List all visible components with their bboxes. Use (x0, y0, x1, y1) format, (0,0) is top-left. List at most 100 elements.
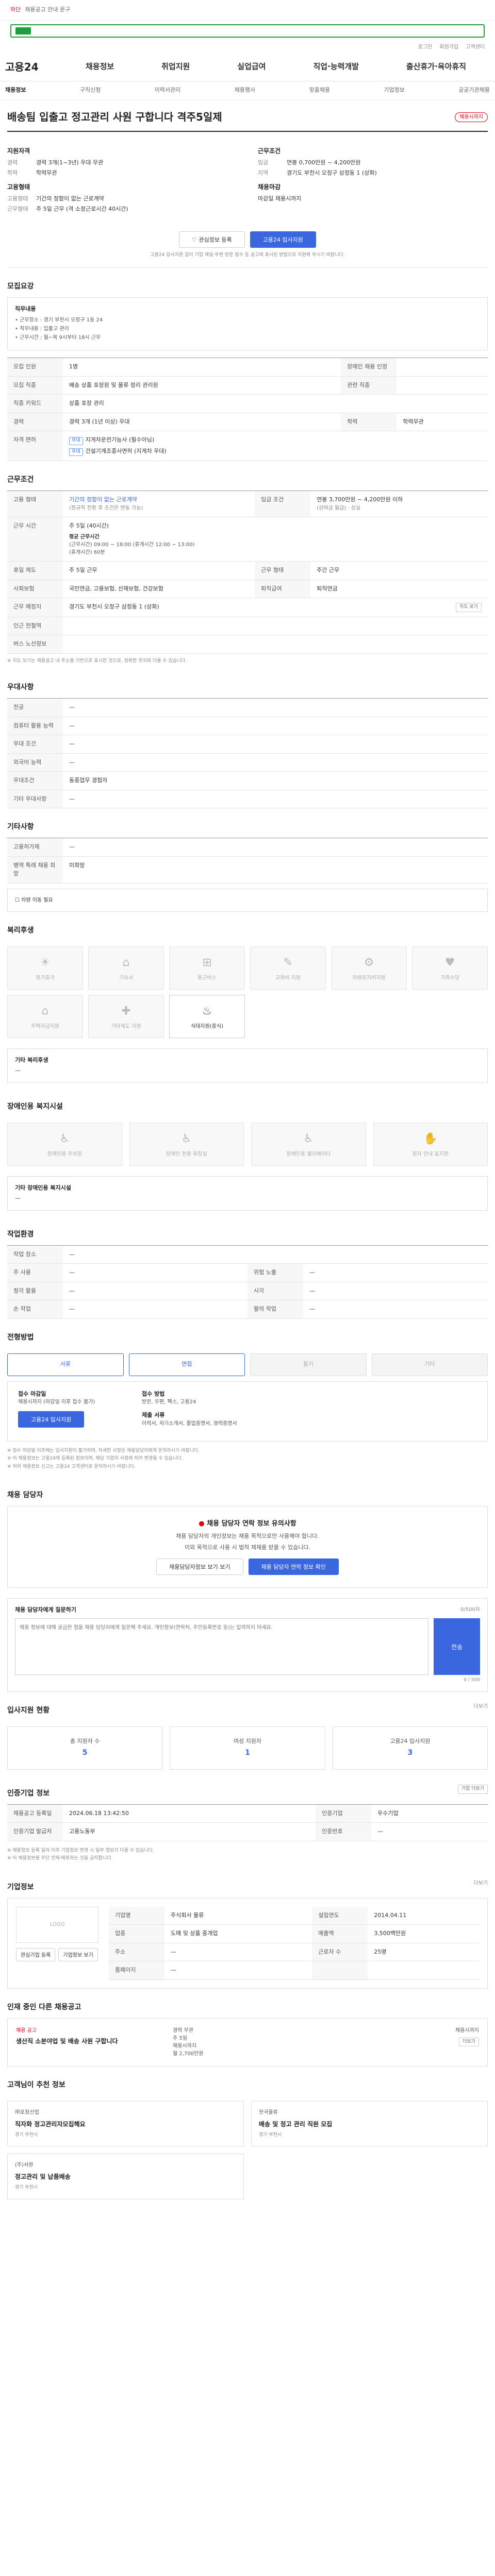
qna-send-button[interactable]: 전송 (434, 1618, 480, 1675)
interest-button[interactable]: ♡ 관심정보 등록 (179, 231, 245, 248)
contact-box: ● 채용 담당자 연락 정보 유의사항 채용 담당자의 개인정보는 채용 목적으… (7, 1506, 488, 1588)
disabled-label: 장애인용 주차장 (47, 1151, 82, 1157)
other-more-button[interactable]: 더보기 (459, 2037, 479, 2046)
cell-header: 관련 직종 (341, 376, 397, 395)
duty-item: • 근무장소 : 경기 부천시 오정구 1동 24 (15, 317, 103, 323)
cell-value: 주 5일 (40시간) 평균 근무시간 (근무시간) 09:00 ~ 18:00… (63, 517, 488, 562)
subnav-item-jobs[interactable]: 채용정보 (5, 86, 26, 95)
company-more-link[interactable]: 더보기 (473, 1879, 488, 1887)
table-row: 경력 경력 3개 (1년 이상) 우대 학력 학력무관 (7, 413, 488, 431)
checkbox-icon: ☐ (15, 897, 22, 903)
table-row: 우대조건 동종업무 경험자 (7, 771, 488, 790)
subnav-item-resume[interactable]: 이력서관리 (155, 86, 181, 95)
rec-title: 정고관리 및 납품배송 (15, 2173, 71, 2180)
stat-label: 여성 지원자 (233, 1737, 262, 1744)
map-button[interactable]: 지도 보기 (456, 603, 482, 612)
disabled-label: 장애인 전용 화장실 (166, 1151, 207, 1157)
contact-check-button[interactable]: 채용 담당자 연락 정보 확인 (248, 1558, 339, 1575)
rec-company: (주)서원 (15, 2162, 34, 2168)
gnb-item-jobs[interactable]: 채용정보 (86, 61, 114, 73)
cell-value: — (63, 1282, 248, 1300)
recommend-item[interactable]: 한국물류 배송 및 정고 관리 직원 모집 경기 부천시 (251, 2100, 488, 2146)
subnav-item-custom[interactable]: 맞춤채용 (309, 86, 330, 95)
cell-header: 근무 예정지 (7, 598, 63, 617)
cond-key: 지역 (258, 169, 269, 176)
cell-header: 전공 (7, 698, 63, 717)
welfare-label: 주택자금지원 (30, 1023, 60, 1029)
welfare-item: ⌂ 주택자금지원 (7, 994, 83, 1038)
table-row: 인근 전철역 (7, 617, 488, 635)
login-link[interactable]: 로그인 (418, 43, 433, 51)
qual-value: 경력 3개(1~3년) 우대 무관 (36, 159, 104, 166)
vacation-icon: ☀ (40, 956, 51, 969)
search-input[interactable] (35, 27, 480, 35)
recommend-item[interactable]: (주)서원 정고관리 및 납품배송 경기 부천시 (7, 2154, 244, 2199)
help-link[interactable]: 고객센터 (466, 43, 485, 51)
cell-header: 기업명 (109, 1906, 164, 1925)
interest-label: 관심정보 등록 (199, 236, 232, 243)
gnb-item-training[interactable]: 직업·능력개발 (313, 61, 359, 73)
env-table: 작업 장소 — 주 사용 — 위험 노출 — 청각 활용 — 시각 — 손 작업 — 팔의 작업 — (7, 1245, 488, 1319)
stat-number: 5 (82, 1749, 88, 1757)
welfare-item: ⌂ 기숙사 (88, 946, 164, 990)
cell-header: 학력 (341, 413, 397, 431)
company-buttons: 관심기업 등록 기업정보 보기 (16, 1947, 98, 1961)
apply-method-label: 접수 방법 (142, 1390, 165, 1397)
stat-number: 3 (407, 1749, 413, 1757)
apply-button[interactable]: 고용24 입사지원 (250, 231, 316, 248)
company-view-button[interactable]: 기업정보 보기 (58, 1947, 98, 1961)
salary-note: (상여금 월급) · 성실 (317, 505, 361, 511)
cell-header: 홈페이지 (109, 1961, 164, 1980)
duty-section-title: 모집요강 (7, 282, 34, 291)
site-logo[interactable]: 고용24 (5, 59, 62, 75)
deadline-title: 채용마감 (258, 183, 281, 191)
recommend-item[interactable]: ㈜포장산업 직자화 정고관리자모집해요 경기 부천시 (7, 2100, 244, 2146)
contact-view-button[interactable]: 채용담당자정보 보기 보기 (156, 1558, 243, 1575)
signup-link[interactable]: 회원가입 (439, 43, 458, 51)
company-logo: LOGO (16, 1906, 98, 1943)
company-interest-button[interactable]: 관심기업 등록 (16, 1947, 56, 1961)
company-table: 기업명 주식회사 물류 설립연도 2014.04.11 업종 도매 및 상품 중개업 매출… (109, 1906, 479, 1980)
table-row: 휴일 제도 주 5일 근무 근무 형태 주간 근무 (7, 561, 488, 580)
other-job-title[interactable]: 생산직 소분야업 및 배송 사원 구합니다 (16, 2037, 166, 2046)
step-interview: 면접 (128, 1353, 245, 1376)
table-row: 인증기업 발급처 고용노동부 인증번호 — (7, 1822, 488, 1841)
gnb-item-leave[interactable]: 출산휴가·육아휴직 (406, 61, 466, 73)
info-notes: ※ 채용정보 등록 일자 이후 기업정보 변경 시 일부 정보가 다를 수 있습… (7, 1841, 488, 1869)
braille-icon: ✋ (423, 1132, 438, 1145)
car-icon: ⚙ (364, 956, 374, 969)
subnav-item-events[interactable]: 채용행사 (235, 86, 255, 95)
other-meta-item: 월 2,700만원 (173, 2050, 204, 2057)
cond-value: 연봉 0,700만원 ~ 4,200만원 (287, 159, 361, 166)
info-note: ※ 이 채용정보를 무단 전재·배포하는 것을 금지합니다. (7, 1856, 113, 1861)
cell-header: 인증기업 (316, 1804, 372, 1823)
gnb-item-employment-support[interactable]: 취업지원 (161, 61, 190, 73)
qna-textarea[interactable] (15, 1618, 428, 1675)
disabled-item: ♿ 장애인 전용 화장실 (129, 1122, 244, 1166)
apply-button-2[interactable]: 고용24 입사지원 (18, 1411, 85, 1428)
cell-header: 주소 (109, 1943, 164, 1961)
cell-header: 모집 인원 (7, 358, 63, 377)
search-box[interactable] (10, 24, 485, 38)
table-row: 전공 — (7, 698, 488, 717)
subnav-item-register[interactable]: 구직신청 (80, 86, 101, 95)
applicants-header: 입사지원 현황 더보기 (7, 1692, 488, 1721)
table-row: 채용공고 등록일 2024.06.18 13:42:50 인증기업 우수기업 (7, 1804, 488, 1823)
subnav-item-company[interactable]: 기업정보 (384, 86, 404, 95)
subnav-item-public[interactable]: 공공기관채용 (458, 86, 490, 95)
family-icon: ♥ (444, 956, 455, 969)
cell-header: 우대 조건 (7, 735, 63, 754)
cell-header: 팔의 작업 (248, 1300, 303, 1319)
gnb-item-unemployment[interactable]: 실업급여 (237, 61, 266, 73)
applicants-more-link[interactable]: 더보기 (473, 1703, 488, 1710)
work-section-title: 근무조건 (7, 476, 34, 484)
info-more-button[interactable]: 기업 더보기 (457, 1785, 488, 1794)
cell-value (63, 617, 488, 635)
license-chip: 우대 (69, 437, 83, 445)
cell-header: 인증기업 발급처 (7, 1822, 63, 1841)
env-section-title: 작업환경 (7, 1230, 34, 1239)
cell-value: — (63, 1300, 248, 1319)
etc-check-label: 차량 이동 필요 (21, 897, 53, 903)
meal-icon: ♨ (202, 1004, 212, 1018)
applicants-stats: 총 지원자 수 5 여성 지원자 1 고용24 입사지원 3 (7, 1721, 488, 1775)
